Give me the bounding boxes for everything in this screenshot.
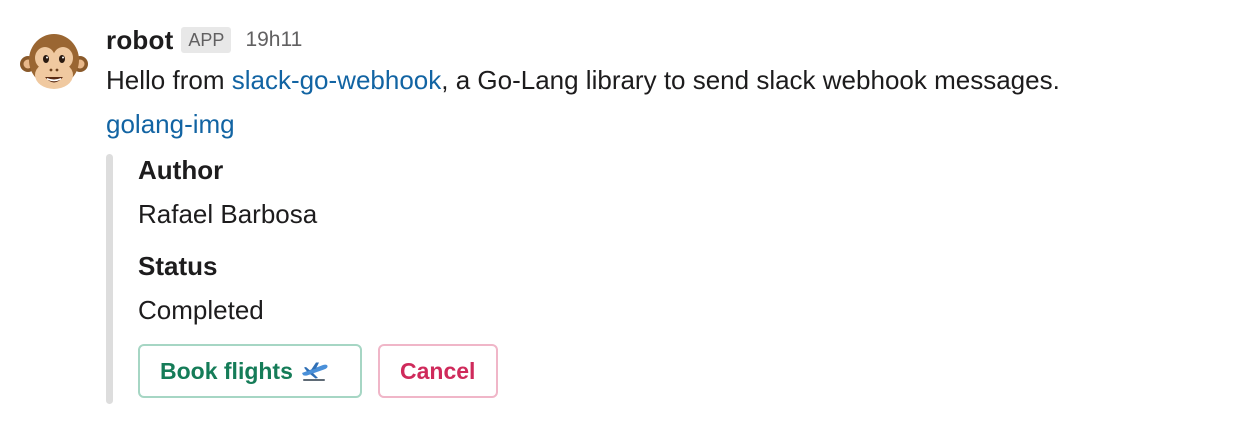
image-link-line: golang-img: [106, 102, 1216, 146]
monkey-face-icon: [20, 34, 88, 89]
message-header: robot APP 19h11: [106, 22, 1216, 58]
field-title: Author: [138, 155, 224, 185]
field-author: Author Rafael Barbosa: [138, 148, 1216, 236]
slack-go-webhook-link[interactable]: slack-go-webhook: [232, 65, 442, 95]
avatar[interactable]: [20, 28, 88, 96]
cancel-button[interactable]: Cancel: [378, 344, 498, 398]
book-flights-label: Book flights: [160, 357, 293, 384]
username[interactable]: robot: [106, 25, 173, 56]
attachment-color-bar: [106, 154, 113, 404]
attachment: Author Rafael Barbosa Status Completed B…: [106, 148, 1216, 404]
message-text: Hello from slack-go-webhook, a Go-Lang l…: [106, 58, 1216, 102]
field-title: Status: [138, 251, 218, 281]
attachment-actions: Book flights Cancel: [138, 344, 1216, 398]
field-value: Completed: [138, 295, 264, 325]
app-badge: APP: [181, 27, 232, 53]
field-value: Rafael Barbosa: [138, 199, 318, 229]
message-content: robot APP 19h11 Hello from slack-go-webh…: [106, 22, 1216, 404]
golang-img-link[interactable]: golang-img: [106, 109, 235, 139]
book-flights-button[interactable]: Book flights: [138, 344, 362, 398]
message-text-after-link: , a Go-Lang library to send slack webhoo…: [441, 65, 1060, 95]
message-text-before-link: Hello from: [106, 65, 232, 95]
message: robot APP 19h11 Hello from slack-go-webh…: [0, 0, 1238, 436]
airplane-departure-icon: [301, 362, 328, 381]
field-status: Status Completed: [138, 244, 1216, 332]
cancel-label: Cancel: [400, 357, 476, 384]
timestamp[interactable]: 19h11: [245, 28, 302, 52]
